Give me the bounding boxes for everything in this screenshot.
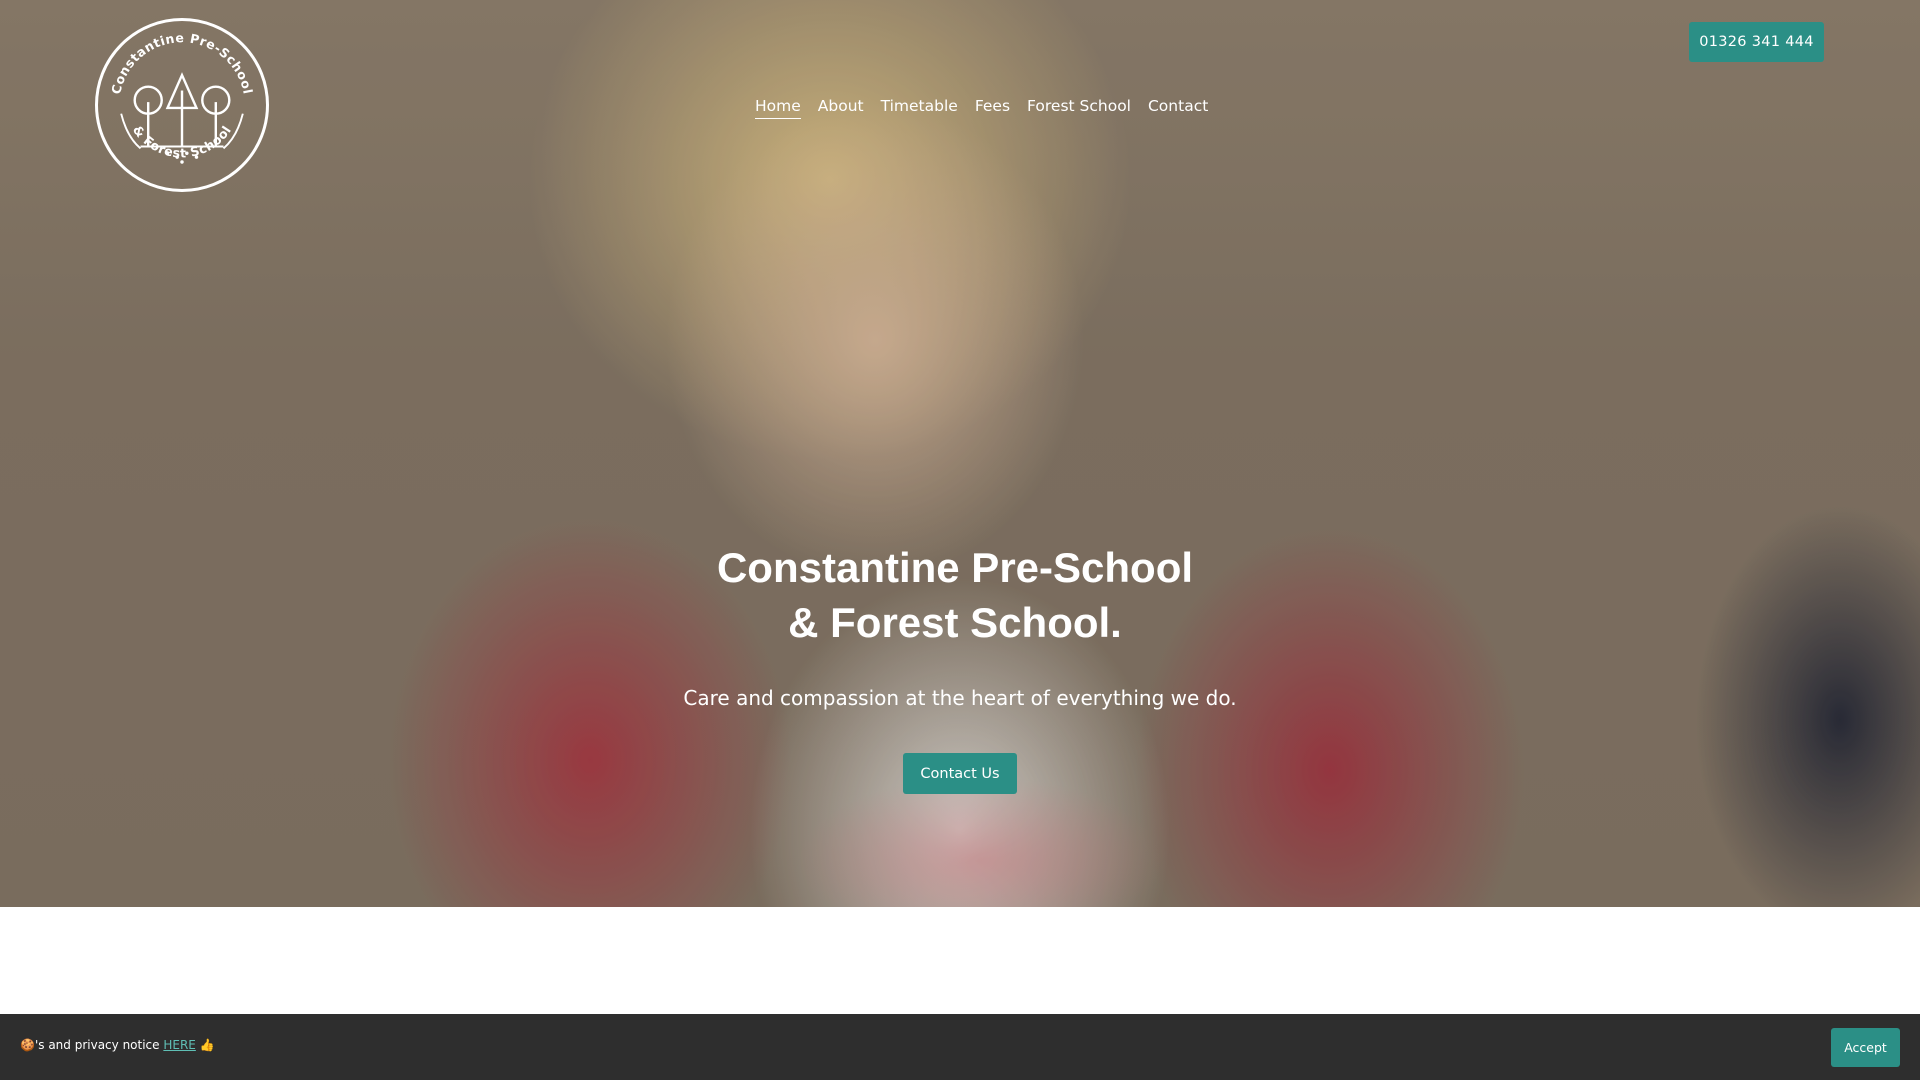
logo-ring-text-top: Constantine Pre-School	[108, 30, 255, 95]
school-logo[interactable]: Constantine Pre-School & Forest School	[95, 18, 269, 192]
hero-subtitle: Care and compassion at the heart of ever…	[683, 686, 1237, 710]
nav-item-fees[interactable]: Fees	[975, 94, 1010, 119]
hero-title: Constantine Pre-School & Forest School.	[560, 540, 1350, 650]
thumbs-up-icon: 👍	[199, 1038, 215, 1052]
nav-item-home[interactable]: Home	[755, 94, 801, 119]
cookie-notice-message: 's and privacy notice	[34, 1038, 164, 1052]
cookie-banner: 🍪's and privacy notice HERE 👍 Accept	[0, 1014, 1920, 1080]
privacy-notice-link[interactable]: HERE	[163, 1038, 196, 1052]
hero-title-line-1: Constantine Pre-School	[716, 544, 1194, 591]
hero-title-line-2: & Forest School.	[788, 599, 1122, 646]
contact-us-button[interactable]: Contact Us	[903, 753, 1017, 794]
school-logo-trees-icon: Constantine Pre-School & Forest School	[108, 30, 256, 164]
svg-text:Constantine Pre-School: Constantine Pre-School	[108, 30, 256, 95]
nav-item-timetable[interactable]: Timetable	[881, 94, 958, 119]
hero-section: Constantine Pre-School & Forest School H…	[0, 0, 1920, 907]
phone-button[interactable]: 01326 341 444	[1689, 22, 1824, 62]
cookie-icon: 🍪	[20, 1038, 35, 1052]
nav-item-forest-school[interactable]: Forest School	[1027, 94, 1131, 119]
nav-item-contact[interactable]: Contact	[1148, 94, 1208, 119]
nav-item-about[interactable]: About	[818, 94, 864, 119]
accept-cookies-button[interactable]: Accept	[1831, 1028, 1900, 1067]
main-nav: Home About Timetable Fees Forest School …	[755, 94, 1208, 119]
cookie-notice-text: 🍪's and privacy notice HERE 👍	[20, 1038, 215, 1052]
